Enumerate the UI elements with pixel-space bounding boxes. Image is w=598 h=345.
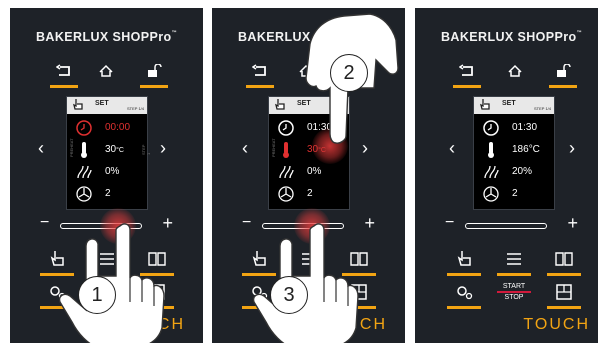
step-number-badge-top: 2 <box>330 54 368 92</box>
prev-arrow[interactable]: ‹ <box>242 138 248 159</box>
plus-button[interactable]: + <box>364 213 375 234</box>
header-label: SET <box>95 100 109 107</box>
fan-row[interactable]: 2 <box>75 185 143 203</box>
humidity-value: 0% <box>307 166 322 177</box>
back-button[interactable] <box>246 62 274 88</box>
thermometer-icon <box>488 142 494 158</box>
fan-value: 2 <box>512 188 518 199</box>
display-screen: SET STEP 1/4 01:30 186°C 20% 2 <box>473 96 555 210</box>
humidity-row[interactable]: 0% <box>277 163 345 181</box>
lock-button[interactable] <box>549 62 577 88</box>
save-icon <box>556 284 572 300</box>
slider-track[interactable] <box>465 223 547 229</box>
next-arrow[interactable]: › <box>569 138 575 159</box>
fan-icon <box>483 186 499 202</box>
prev-arrow[interactable]: ‹ <box>449 138 455 159</box>
lock-button[interactable] <box>140 62 168 88</box>
humidity-value: 0% <box>105 166 120 177</box>
book-icon <box>555 252 573 266</box>
hand-icon <box>275 99 285 110</box>
step-number-badge: 3 <box>270 276 308 314</box>
home-icon <box>508 64 522 77</box>
start-label: START <box>502 283 526 290</box>
screen-header: SET STEP 1/4 <box>474 97 554 114</box>
plus-button[interactable]: + <box>567 213 578 234</box>
fan-value: 2 <box>307 188 313 199</box>
next-arrow[interactable]: › <box>160 138 166 159</box>
temperature-row[interactable]: 186°C <box>482 141 550 159</box>
hand-pointer-icon <box>457 251 471 266</box>
display-screen: SET STEP 1/4 PREHEAT STEP 1 00:00 30°C 0… <box>66 96 151 210</box>
fan-icon <box>76 186 92 202</box>
back-icon <box>252 64 266 76</box>
settings-button[interactable] <box>447 281 481 309</box>
time-value: 01:30 <box>512 122 538 133</box>
control-panel-1: BAKERLUX SHOPPro™ ‹ › SET STEP 1/4 PREHE… <box>10 8 203 343</box>
screen-header: SET STEP 1/4 <box>67 97 147 114</box>
control-panel-3: BAKERLUX SHOPPro™ ‹ › SET STEP 1/4 01:30… <box>415 8 598 343</box>
hand-icon <box>73 99 83 110</box>
thermometer-icon <box>81 142 87 158</box>
pointing-hand-image <box>58 223 165 343</box>
recipes-button[interactable] <box>547 248 581 276</box>
unlock-icon <box>148 64 162 77</box>
control-panel-2: BAKERLUX SHOPPro™ ‹ › SET PREHEAT 01:30 … <box>212 8 405 343</box>
temperature-row[interactable]: 30°C <box>75 141 143 159</box>
humidity-row[interactable]: 0% <box>75 163 143 181</box>
save-button[interactable] <box>547 281 581 309</box>
unlock-icon <box>557 64 571 77</box>
thermometer-icon <box>283 142 289 158</box>
back-button[interactable] <box>453 62 481 88</box>
fan-row[interactable]: 2 <box>277 185 345 203</box>
back-button[interactable] <box>50 62 78 88</box>
hand-icon <box>480 99 490 110</box>
fan-row[interactable]: 2 <box>482 185 550 203</box>
prev-arrow[interactable]: ‹ <box>38 138 44 159</box>
preheat-label: PREHEAT <box>271 138 276 157</box>
fan-icon <box>278 186 294 202</box>
time-row[interactable]: 00:00 <box>75 119 143 137</box>
menu-button[interactable] <box>497 248 531 276</box>
minus-button[interactable]: − <box>40 214 49 232</box>
temperature-value: 30 <box>105 144 117 155</box>
steam-icon <box>484 165 499 179</box>
manual-button[interactable] <box>447 248 481 276</box>
start-stop-button[interactable]: START STOP <box>494 283 534 311</box>
steam-icon <box>279 165 294 179</box>
clock-icon <box>76 120 92 136</box>
temperature-value: 186 <box>512 144 529 155</box>
menu-icon <box>507 253 521 265</box>
clock-icon <box>483 120 499 136</box>
value-slider[interactable]: − + <box>445 213 578 233</box>
clock-icon <box>278 120 294 136</box>
header-label: SET <box>502 100 516 107</box>
home-button[interactable] <box>92 62 120 88</box>
preheat-label: PREHEAT <box>69 138 74 157</box>
step-label: STEP 1/4 <box>126 106 144 111</box>
step-label: STEP 1/4 <box>533 106 551 111</box>
brand-logo: BAKERLUX SHOPPro™ <box>36 30 177 44</box>
step-number-badge: 1 <box>78 276 116 314</box>
fan-value: 2 <box>105 188 111 199</box>
home-icon <box>99 64 113 77</box>
humidity-row[interactable]: 20% <box>482 163 550 181</box>
home-button[interactable] <box>501 62 529 88</box>
minus-button[interactable]: − <box>242 214 251 232</box>
minus-button[interactable]: − <box>445 214 454 232</box>
back-icon <box>56 64 70 76</box>
brand-logo: BAKERLUX SHOPPro™ <box>441 30 582 44</box>
time-row[interactable]: 01:30 <box>482 119 550 137</box>
humidity-value: 20% <box>512 166 533 177</box>
pointing-hand-image-bottom <box>252 223 359 343</box>
time-value: 00:00 <box>105 122 131 133</box>
stop-label: STOP <box>504 294 524 301</box>
back-icon <box>459 64 473 76</box>
gears-icon <box>457 286 473 300</box>
steam-icon <box>77 165 92 179</box>
touch-logo: TOUCH <box>523 316 590 333</box>
